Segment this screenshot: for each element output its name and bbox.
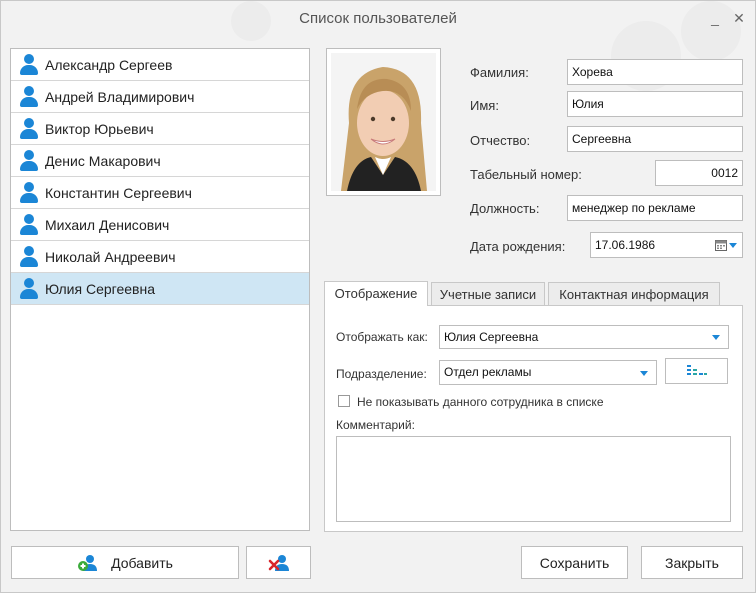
add-user-button[interactable]: Добавить <box>11 546 239 579</box>
close-window-button[interactable]: ✕ <box>730 8 748 28</box>
tab-accounts[interactable]: Учетные записи <box>431 282 545 306</box>
delete-user-button[interactable] <box>246 546 311 579</box>
chevron-down-icon[interactable] <box>640 371 648 376</box>
list-item[interactable]: Денис Макарович <box>11 145 309 177</box>
list-item[interactable]: Константин Сергеевич <box>11 177 309 209</box>
user-name: Андрей Владимирович <box>45 88 195 105</box>
user-icon <box>17 245 41 269</box>
user-icon <box>17 277 41 301</box>
user-name: Виктор Юрьевич <box>45 120 154 137</box>
user-icon <box>17 53 41 77</box>
list-item[interactable]: Андрей Владимирович <box>11 81 309 113</box>
org-chart-icon <box>686 365 707 375</box>
hide-employee-checkbox[interactable] <box>338 395 350 407</box>
list-item[interactable]: Александр Сергеев <box>11 49 309 81</box>
user-icon <box>17 149 41 173</box>
calendar-icon[interactable] <box>715 239 727 251</box>
comment-label: Комментарий: <box>336 418 415 432</box>
window-title: Список пользователей <box>299 10 457 27</box>
chevron-down-icon[interactable] <box>712 335 720 340</box>
user-name: Николай Андреевич <box>45 248 176 265</box>
user-name: Александр Сергеев <box>45 56 173 73</box>
department-label: Подразделение: <box>336 367 427 381</box>
tab-contacts[interactable]: Контактная информация <box>548 282 720 306</box>
tab-display[interactable]: Отображение <box>324 281 428 306</box>
list-item[interactable]: Михаил Денисович <box>11 209 309 241</box>
employee-photo[interactable] <box>326 48 441 196</box>
user-icon <box>17 181 41 205</box>
hide-employee-label: Не показывать данного сотрудника в списк… <box>357 395 604 409</box>
close-button[interactable]: Закрыть <box>641 546 743 579</box>
patronymic-field[interactable]: Сергеевна <box>567 126 743 152</box>
birth-label: Дата рождения: <box>470 239 566 254</box>
org-chart-button[interactable] <box>665 358 728 384</box>
birth-date-value: 17.06.1986 <box>595 238 656 252</box>
save-button[interactable]: Сохранить <box>521 546 628 579</box>
position-field[interactable]: менеджер по рекламе <box>567 195 743 221</box>
list-item[interactable]: Виктор Юрьевич <box>11 113 309 145</box>
show-as-select[interactable]: Юлия Сергеевна <box>439 325 729 349</box>
add-user-icon <box>78 554 98 571</box>
user-icon <box>17 117 41 141</box>
user-name: Юлия Сергеевна <box>45 280 155 297</box>
delete-user-icon <box>268 554 289 571</box>
patronymic-label: Отчество: <box>470 133 531 148</box>
user-name: Михаил Денисович <box>45 216 170 233</box>
lastname-label: Фамилия: <box>470 65 529 80</box>
firstname-field[interactable]: Юлия <box>567 91 743 117</box>
list-item[interactable]: Николай Андреевич <box>11 241 309 273</box>
show-as-label: Отображать как: <box>336 330 428 344</box>
portrait-image <box>331 53 436 191</box>
tabnum-field[interactable]: 0012 <box>655 160 743 186</box>
user-name: Денис Макарович <box>45 152 161 169</box>
show-as-value: Юлия Сергеевна <box>444 330 539 344</box>
tabnum-label: Табельный номер: <box>470 167 582 182</box>
user-icon <box>17 213 41 237</box>
position-label: Должность: <box>470 201 540 216</box>
user-list[interactable]: Александр Сергеев Андрей Владимирович Ви… <box>10 48 310 531</box>
firstname-label: Имя: <box>470 98 499 113</box>
add-button-label: Добавить <box>111 554 173 571</box>
department-select[interactable]: Отдел рекламы <box>439 360 657 385</box>
lastname-field[interactable]: Хорева <box>567 59 743 85</box>
minimize-button[interactable]: _ <box>706 8 724 28</box>
comment-textarea[interactable] <box>336 436 731 522</box>
user-icon <box>17 85 41 109</box>
user-name: Константин Сергеевич <box>45 184 192 201</box>
chevron-down-icon[interactable] <box>729 243 737 248</box>
list-item-selected[interactable]: Юлия Сергеевна <box>11 273 309 305</box>
department-value: Отдел рекламы <box>444 365 532 379</box>
